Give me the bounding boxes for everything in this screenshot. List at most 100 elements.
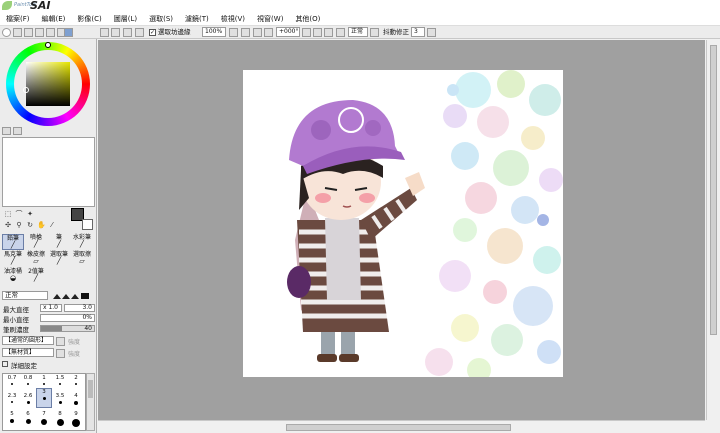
zoom-in-icon[interactable] (241, 28, 250, 37)
menu-view[interactable]: 檢視(V) (221, 14, 245, 24)
rect-select-icon[interactable]: ⬚ (4, 210, 12, 218)
min-size-field[interactable]: 0% (40, 314, 95, 322)
deselect-icon[interactable] (100, 28, 109, 37)
brush-watercolor[interactable]: 水彩筆 ╱ (71, 234, 93, 250)
size-dot (27, 383, 29, 385)
swatch-toggle-icon[interactable] (46, 28, 55, 37)
brush-airbrush[interactable]: 噴槍 ╱ (25, 234, 47, 250)
size-preset[interactable]: 4 (68, 393, 84, 409)
magic-wand-icon[interactable]: ✦ (26, 210, 34, 218)
horizontal-scroll-thumb[interactable] (286, 424, 511, 431)
zoom-icon[interactable]: ⚲ (15, 221, 23, 229)
menu-window[interactable]: 視窗(W) (257, 14, 283, 24)
brush-shape-select[interactable]: 【通常的圓形】 (2, 336, 54, 345)
zoom-reset-icon[interactable] (253, 28, 262, 37)
brush-eraser[interactable]: 橡皮擦 ▱ (25, 251, 47, 267)
zoom-field[interactable]: 100% (202, 27, 226, 37)
scratchpad-clear-icon[interactable] (2, 127, 11, 135)
horizontal-scrollbar[interactable] (98, 420, 705, 433)
crop-icon[interactable] (123, 28, 132, 37)
fit-window-icon[interactable] (264, 28, 273, 37)
advanced-settings[interactable]: 詳細設定 (0, 360, 97, 370)
select-all-icon[interactable] (135, 28, 144, 37)
size-preset-label: 2.6 (23, 393, 33, 399)
menu-filter[interactable]: 濾鏡(T) (185, 14, 209, 24)
scratchpad-fill-icon[interactable] (13, 127, 22, 135)
vertical-scroll-thumb[interactable] (710, 45, 717, 335)
brush-bucket[interactable]: 油漆桶 ◒ (2, 268, 24, 284)
menu-image[interactable]: 影像(C) (77, 14, 101, 24)
selection-edge-checkbox[interactable]: ✓ (149, 29, 156, 36)
tip-shape-4-icon[interactable] (81, 293, 89, 299)
size-preset[interactable]: 8 (52, 411, 68, 427)
flip-horizontal-icon[interactable] (336, 28, 345, 37)
stabilizer-field[interactable]: 3 (411, 27, 425, 37)
mixer-toggle-icon[interactable] (35, 28, 44, 37)
menu-other[interactable]: 其他(O) (295, 14, 320, 24)
menu-layer[interactable]: 圖層(L) (114, 14, 137, 24)
size-presets-scroll-thumb[interactable] (88, 380, 93, 398)
size-preset[interactable]: 1.5 (52, 375, 68, 391)
hsv-slider-toggle-icon[interactable] (24, 28, 33, 37)
brush-select-pen[interactable]: 選取筆 ╱ (48, 251, 70, 267)
sub-color-swatch[interactable] (82, 219, 93, 230)
size-preset[interactable]: 0.7 (4, 375, 20, 391)
sv-marker[interactable] (23, 87, 29, 93)
vertical-scrollbar[interactable] (706, 40, 720, 420)
stabilizer-dropdown-icon[interactable] (427, 28, 436, 37)
saturation-value-square[interactable] (26, 62, 70, 106)
blend-mode-select[interactable]: 正常 (2, 291, 48, 300)
tip-shape-2-icon[interactable] (62, 294, 70, 299)
size-preset[interactable]: 9 (68, 411, 84, 427)
view-mode-field[interactable]: 正常 (348, 27, 368, 37)
menu-file[interactable]: 檔案(F) (6, 14, 30, 24)
size-preset[interactable]: 0.8 (20, 375, 36, 391)
tip-shape-1-icon[interactable] (53, 294, 61, 299)
menu-edit[interactable]: 編輯(E) (42, 14, 66, 24)
drawing-canvas[interactable] (243, 70, 563, 377)
brush-shape-selector[interactable] (52, 293, 89, 301)
move-icon[interactable]: ✣ (4, 221, 12, 229)
size-multiplier-select[interactable]: x 1.0 (40, 304, 62, 312)
brush-texture-dropdown-icon[interactable] (56, 349, 65, 358)
rotate-icon[interactable]: ↻ (26, 221, 34, 229)
rotate-right-icon[interactable] (313, 28, 322, 37)
scratchpad[interactable] (2, 137, 95, 207)
menu-select[interactable]: 選取(S) (149, 14, 173, 24)
tip-shape-3-icon[interactable] (71, 294, 79, 299)
brush-shape-dropdown-icon[interactable] (56, 337, 65, 346)
size-presets-scrollbar[interactable] (86, 373, 95, 431)
size-preset[interactable]: 7 (36, 411, 52, 427)
density-slider[interactable]: 40 (40, 325, 95, 332)
rotate-left-icon[interactable] (302, 28, 311, 37)
size-preset[interactable]: 2.6 (20, 393, 36, 409)
size-preset-selected[interactable]: 3 (36, 388, 52, 408)
hand-icon[interactable]: ✋ (37, 221, 46, 229)
brush-pencil[interactable]: 鉛筆 ╱ (2, 234, 24, 250)
max-size-field[interactable]: 3.0 (64, 304, 95, 312)
color-wheel-toggle-icon[interactable] (2, 28, 11, 37)
size-dot (11, 383, 13, 385)
view-mode-dropdown-icon[interactable] (370, 28, 379, 37)
navigator-toggle-icon[interactable] (64, 28, 73, 37)
invert-selection-icon[interactable] (111, 28, 120, 37)
size-preset[interactable]: 6 (20, 411, 36, 427)
rgb-slider-toggle-icon[interactable] (13, 28, 22, 37)
rotation-field[interactable]: +000° (276, 27, 300, 37)
zoom-out-icon[interactable] (229, 28, 238, 37)
size-preset[interactable]: 5 (4, 411, 20, 427)
brush-binary-pen[interactable]: 2值筆 ╱ (25, 268, 47, 284)
color-wheel[interactable] (6, 42, 90, 126)
brush-texture-select[interactable]: 【無材質】 (2, 348, 54, 357)
size-preset[interactable]: 2.3 (4, 393, 20, 409)
brush-brush[interactable]: 筆 ╱ (48, 234, 70, 250)
size-preset[interactable]: 2 (68, 375, 84, 391)
rotate-reset-icon[interactable] (324, 28, 333, 37)
brush-select-eraser[interactable]: 選取擦 ▱ (71, 251, 93, 267)
eyedropper-icon[interactable]: ⁄ (48, 221, 56, 229)
lasso-icon[interactable]: ⌒ (15, 210, 23, 218)
hue-marker[interactable] (45, 42, 51, 48)
brush-marker[interactable]: 馬克筆 ╱ (2, 251, 24, 267)
size-preset[interactable]: 3.5 (52, 393, 68, 409)
advanced-toggle-icon[interactable] (2, 361, 8, 367)
